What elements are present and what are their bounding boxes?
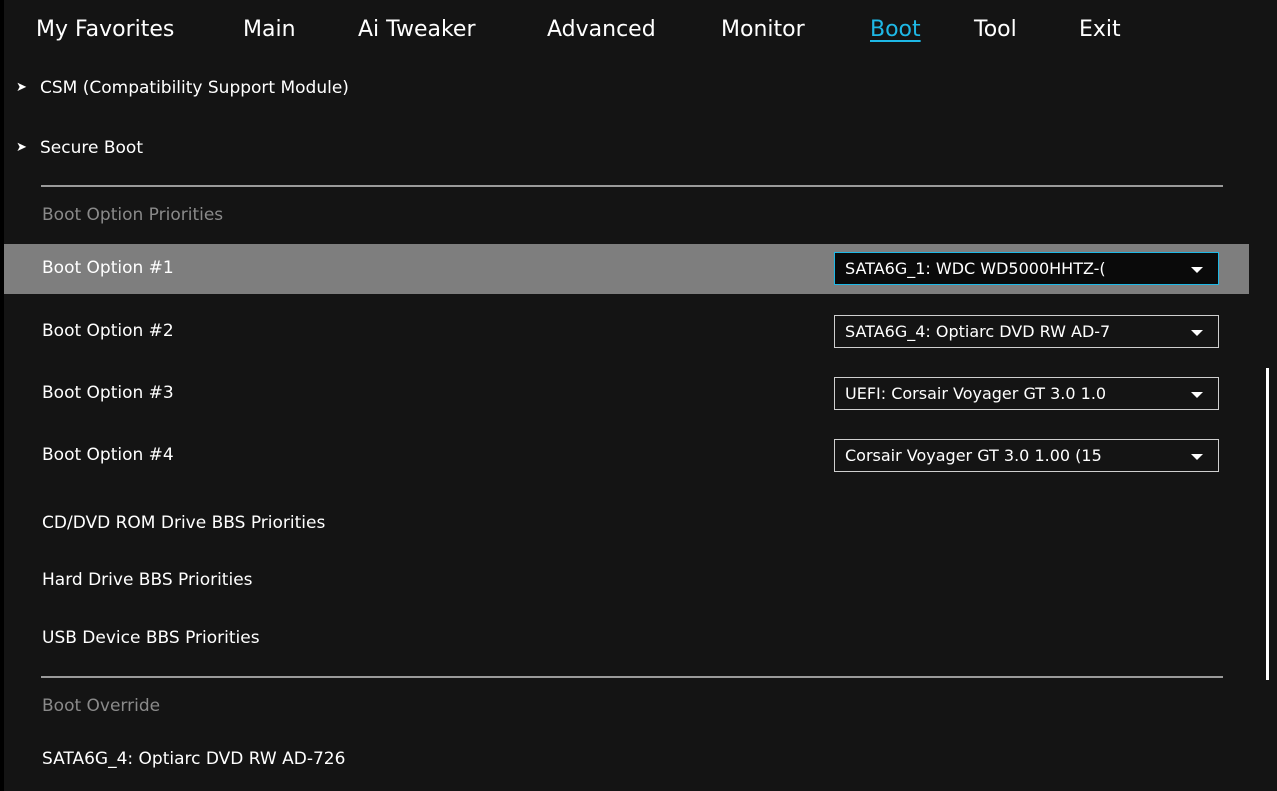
boot-option-2-dropdown[interactable]: SATA6G_4: Optiarc DVD RW AD-7: [834, 315, 1219, 348]
section-header-boot-priorities: Boot Option Priorities: [4, 205, 1277, 227]
tab-exit[interactable]: Exit: [1079, 17, 1121, 42]
caret-down-icon: [1191, 392, 1203, 398]
triangle-right-icon: ➤: [16, 140, 27, 155]
boot-option-3-label: Boot Option #3: [42, 383, 174, 403]
boot-option-4-row[interactable]: Boot Option #4 Corsair Voyager GT 3.0 1.…: [4, 437, 1277, 473]
caret-down-icon: [1191, 330, 1203, 336]
tab-boot[interactable]: Boot: [870, 17, 921, 42]
usb-device-bbs-priorities-item[interactable]: USB Device BBS Priorities: [4, 628, 1277, 650]
caret-down-icon: [1191, 454, 1203, 460]
secure-boot-submenu[interactable]: ➤ Secure Boot: [4, 138, 1277, 160]
secure-boot-submenu-label: Secure Boot: [40, 138, 143, 158]
section-header-label: Boot Override: [42, 696, 161, 716]
tab-advanced[interactable]: Advanced: [547, 17, 656, 42]
boot-option-4-value: Corsair Voyager GT 3.0 1.00 (15: [845, 446, 1102, 465]
csm-submenu-label: CSM (Compatibility Support Module): [40, 78, 349, 98]
boot-option-2-row[interactable]: Boot Option #2 SATA6G_4: Optiarc DVD RW …: [4, 313, 1277, 349]
boot-option-2-label: Boot Option #2: [42, 321, 174, 341]
tab-tool[interactable]: Tool: [974, 17, 1017, 42]
boot-option-4-label: Boot Option #4: [42, 445, 174, 465]
top-menu-bar: My Favorites Main Ai Tweaker Advanced Mo…: [4, 0, 1277, 62]
separator: [41, 676, 1223, 678]
boot-option-2-value: SATA6G_4: Optiarc DVD RW AD-7: [845, 322, 1111, 341]
boot-option-1-dropdown[interactable]: SATA6G_1: WDC WD5000HHTZ-(: [834, 252, 1219, 285]
tab-monitor[interactable]: Monitor: [721, 17, 805, 42]
section-header-boot-override: Boot Override: [4, 696, 1277, 718]
triangle-right-icon: ➤: [16, 80, 27, 95]
hard-drive-bbs-priorities-item[interactable]: Hard Drive BBS Priorities: [4, 570, 1277, 592]
tab-main[interactable]: Main: [243, 17, 296, 42]
section-header-label: Boot Option Priorities: [42, 205, 224, 225]
boot-option-3-value: UEFI: Corsair Voyager GT 3.0 1.0: [845, 384, 1107, 403]
boot-option-3-dropdown[interactable]: UEFI: Corsair Voyager GT 3.0 1.0: [834, 377, 1219, 410]
bios-boot-screen: My Favorites Main Ai Tweaker Advanced Mo…: [4, 0, 1277, 791]
boot-override-item-label: SATA6G_4: Optiarc DVD RW AD-726: [42, 749, 346, 769]
boot-option-4-dropdown[interactable]: Corsair Voyager GT 3.0 1.00 (15: [834, 439, 1219, 472]
hard-drive-bbs-priorities-label: Hard Drive BBS Priorities: [42, 570, 253, 590]
tab-my-favorites[interactable]: My Favorites: [36, 17, 174, 42]
separator: [41, 185, 1223, 187]
caret-down-icon: [1191, 267, 1203, 273]
boot-override-item[interactable]: SATA6G_4: Optiarc DVD RW AD-726: [4, 749, 1277, 771]
boot-option-1-row[interactable]: Boot Option #1 SATA6G_1: WDC WD5000HHTZ-…: [4, 244, 1249, 294]
boot-option-1-value: SATA6G_1: WDC WD5000HHTZ-(: [845, 259, 1106, 278]
usb-device-bbs-priorities-label: USB Device BBS Priorities: [42, 628, 260, 648]
csm-submenu[interactable]: ➤ CSM (Compatibility Support Module): [4, 78, 1277, 100]
cd-dvd-bbs-priorities-label: CD/DVD ROM Drive BBS Priorities: [42, 513, 326, 533]
boot-option-1-label: Boot Option #1: [42, 258, 174, 278]
scrollbar[interactable]: [1266, 368, 1269, 680]
boot-option-3-row[interactable]: Boot Option #3 UEFI: Corsair Voyager GT …: [4, 375, 1277, 411]
cd-dvd-bbs-priorities-item[interactable]: CD/DVD ROM Drive BBS Priorities: [4, 513, 1277, 535]
tab-ai-tweaker[interactable]: Ai Tweaker: [358, 17, 476, 42]
